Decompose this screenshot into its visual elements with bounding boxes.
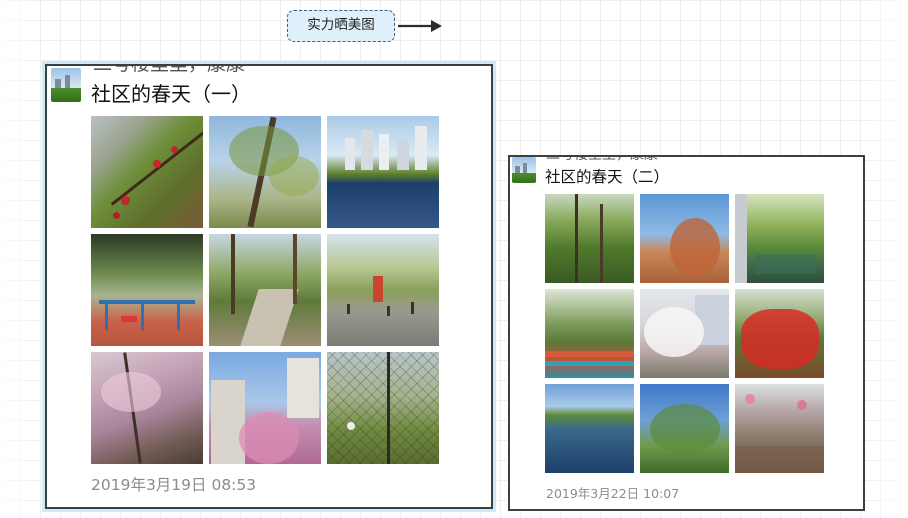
avatar[interactable] xyxy=(51,68,81,102)
photo-thumbnail[interactable] xyxy=(640,384,729,473)
photo-thumbnail[interactable] xyxy=(735,194,824,283)
author-name[interactable]: 二号楼里里，康康 xyxy=(546,157,658,163)
post-title: 社区的春天（一） xyxy=(91,82,251,106)
author-name[interactable]: 二号楼里里，康康 xyxy=(93,66,245,75)
photo-thumbnail[interactable] xyxy=(91,234,203,346)
photo-thumbnail[interactable] xyxy=(327,234,439,346)
photo-thumbnail[interactable] xyxy=(91,352,203,464)
post-title: 社区的春天（二） xyxy=(545,168,670,186)
annotation-note-label: 实力晒美图 xyxy=(307,17,375,33)
avatar[interactable] xyxy=(512,157,536,183)
photo-grid xyxy=(545,194,824,473)
photo-thumbnail[interactable] xyxy=(209,234,321,346)
photo-thumbnail[interactable] xyxy=(209,352,321,464)
photo-thumbnail[interactable] xyxy=(545,194,634,283)
post-timestamp: 2019年3月19日 08:53 xyxy=(91,476,257,494)
photo-grid xyxy=(91,116,439,464)
photo-thumbnail[interactable] xyxy=(209,116,321,228)
photo-thumbnail[interactable] xyxy=(640,289,729,378)
photo-thumbnail[interactable] xyxy=(735,289,824,378)
photo-thumbnail[interactable] xyxy=(640,194,729,283)
photo-thumbnail[interactable] xyxy=(91,116,203,228)
photo-thumbnail[interactable] xyxy=(327,352,439,464)
annotation-note[interactable]: 实力晒美图 xyxy=(287,10,395,42)
photo-thumbnail[interactable] xyxy=(545,384,634,473)
photo-thumbnail[interactable] xyxy=(735,384,824,473)
post-timestamp: 2019年3月22日 10:07 xyxy=(546,486,680,501)
moments-post-card-1[interactable]: 二号楼里里，康康 社区的春天（一） 2019年3月19日 08:53 xyxy=(45,64,493,509)
right-arrow-icon xyxy=(398,20,442,32)
moments-post-card-2[interactable]: 二号楼里里，康康 社区的春天（二） 2019年3月22日 10:07 xyxy=(508,155,865,511)
photo-thumbnail[interactable] xyxy=(327,116,439,228)
photo-thumbnail[interactable] xyxy=(545,289,634,378)
